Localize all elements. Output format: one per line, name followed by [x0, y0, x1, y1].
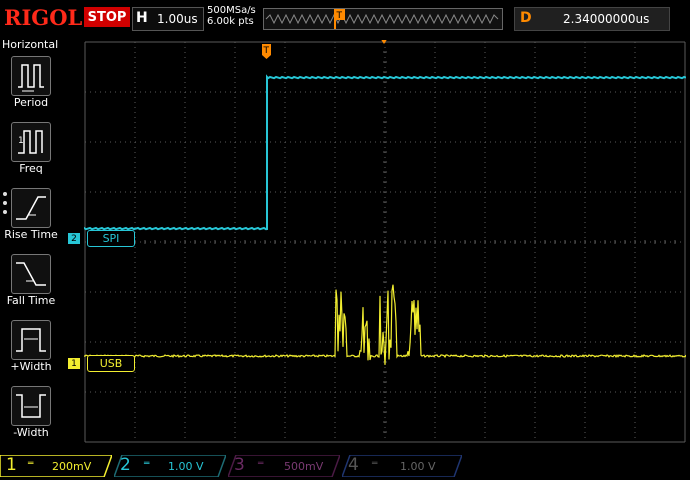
channel-1-control[interactable]: 1 ═ 200mV [0, 455, 112, 477]
channel-bar: 1 ═ 200mV 2 ═ 1.00 V 3 ═ 500mV 4 ═ 1.00 … [0, 452, 690, 480]
delay-control[interactable]: D 2.34000000us [514, 7, 670, 31]
channel-3-coupling-icon: ═ [258, 459, 264, 469]
ch2-marker-number: 2 [71, 233, 77, 244]
svg-text:1: 1 [18, 136, 24, 146]
channel-4-number: 4 [348, 455, 359, 475]
run-stop-button[interactable]: STOP [84, 7, 130, 27]
usb-trace [83, 284, 687, 365]
memory-depth: 6.00k pts [207, 16, 254, 27]
measure-rise-time[interactable]: Rise Time [0, 188, 62, 252]
measure-rise-time-label: Rise Time [4, 228, 58, 241]
timebase-control[interactable]: H 1.00us [132, 7, 204, 31]
trigger-position-letter: T [263, 46, 270, 56]
measure-freq-label: Freq [19, 162, 43, 175]
channel-3-control[interactable]: 3 ═ 500mV [228, 455, 340, 477]
timebase-letter: H [136, 10, 148, 26]
channel-4-scale: 1.00 V [400, 460, 436, 473]
measure-fall-time-label: Fall Time [6, 294, 56, 307]
measure-period[interactable]: Period [0, 56, 62, 120]
ch2-marker[interactable]: 2 [68, 233, 80, 244]
timebase-value: 1.00us [157, 12, 198, 26]
measure-negative-width-label: -Width [13, 426, 49, 439]
channel-1-number: 1 [6, 455, 17, 475]
measure-fall-time[interactable]: Fall Time [0, 254, 62, 318]
period-icon [11, 56, 51, 96]
graticule [84, 41, 686, 443]
delay-letter: D [520, 10, 532, 26]
usb-label-text: USB [99, 357, 123, 370]
waveform-display[interactable]: T [83, 38, 690, 450]
channel-2-number: 2 [120, 455, 131, 475]
spi-label[interactable]: SPI [87, 230, 135, 247]
spi-label-text: SPI [102, 232, 120, 245]
acquisition-info: 500MSa/s 6.00k pts [207, 5, 256, 27]
brand-logo: RIGOL [4, 5, 83, 30]
rise-time-icon [11, 188, 51, 228]
horizontal-measure-sidebar: Horizontal Period 1 Freq Rise Time Fall … [0, 36, 62, 450]
freq-icon: 1 [11, 122, 51, 162]
measure-freq[interactable]: 1 Freq [0, 122, 62, 186]
channel-1-coupling-icon: ═ [28, 459, 34, 469]
ch1-marker[interactable]: 1 [68, 358, 80, 369]
sidebar-title: Horizontal [2, 38, 59, 51]
channel-4-coupling-icon: ═ [372, 459, 378, 469]
negative-width-icon [11, 386, 51, 426]
top-bar: RIGOL STOP H 1.00us 500MSa/s 6.00k pts T… [0, 0, 690, 36]
positive-width-icon [11, 320, 51, 360]
channel-2-scale: 1.00 V [168, 460, 204, 473]
channel-2-coupling-icon: ═ [144, 459, 150, 469]
channel-3-scale: 500mV [284, 460, 324, 473]
measure-period-label: Period [13, 96, 49, 109]
memory-overview-bar[interactable]: T [263, 8, 503, 30]
channel-1-scale: 200mV [52, 460, 92, 473]
usb-label[interactable]: USB [87, 355, 135, 372]
measure-negative-width[interactable]: -Width [0, 386, 62, 450]
channel-2-control[interactable]: 2 ═ 1.00 V [114, 455, 226, 477]
spi-trace [83, 74, 687, 231]
measure-positive-width-label: +Width [10, 360, 52, 373]
measure-positive-width[interactable]: +Width [0, 320, 62, 384]
delay-value: 2.34000000us [563, 12, 650, 26]
overview-trigger-letter: T [336, 11, 343, 21]
fall-time-icon [11, 254, 51, 294]
channel-4-control[interactable]: 4 ═ 1.00 V [342, 455, 462, 477]
ch1-marker-number: 1 [71, 358, 77, 369]
memory-overview-waveform: T [265, 9, 499, 29]
sample-rate: 500MSa/s [207, 5, 256, 16]
channel-3-number: 3 [234, 455, 245, 475]
waveform-canvas: T [83, 38, 690, 443]
trigger-position-marker: T [262, 44, 271, 59]
